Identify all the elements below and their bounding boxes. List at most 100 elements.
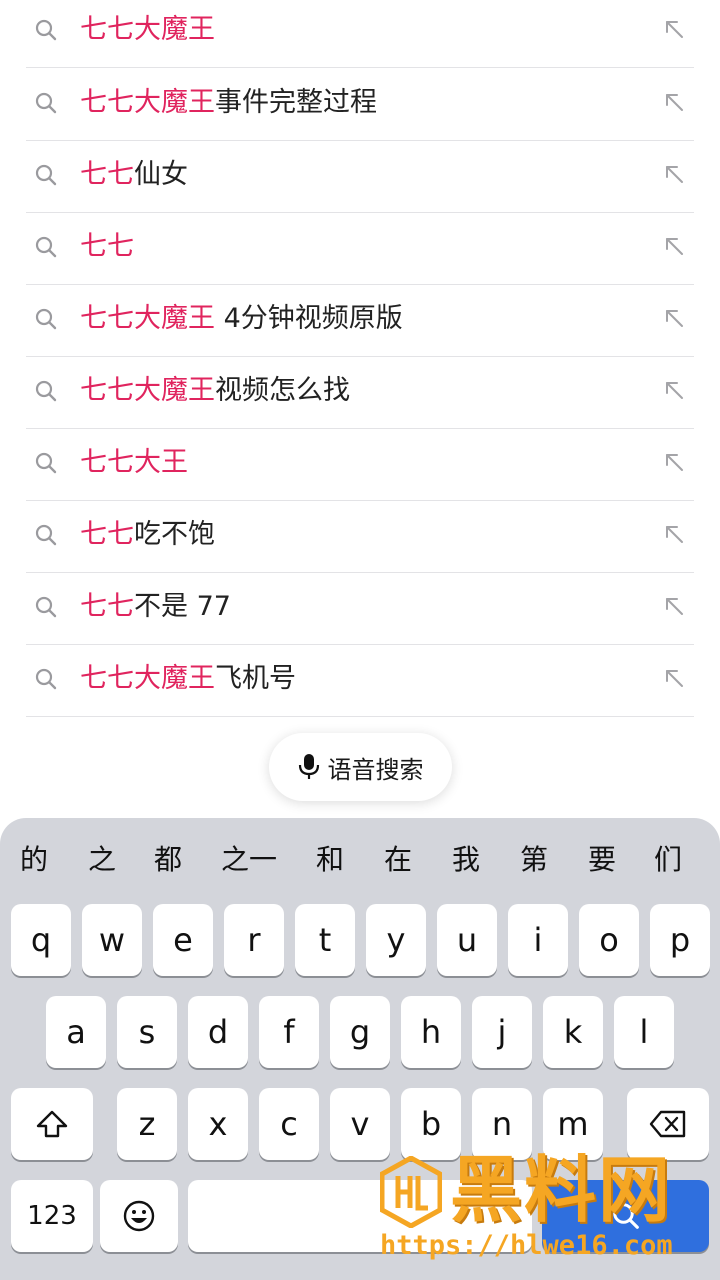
search-icon <box>35 308 57 330</box>
key-l[interactable]: l <box>614 996 674 1068</box>
key-g[interactable]: g <box>330 996 390 1068</box>
suggestion-item[interactable]: 七七大王 <box>26 429 694 501</box>
suggestion-rest: 视频怎么找 <box>215 375 350 406</box>
suggestion-highlight: 七七大魔王 <box>80 14 215 45</box>
keyboard: 的之都之一和在我第要们 q w e r t y u i o p a s d f g h j k l z x c v b n m 12… <box>0 818 720 1280</box>
suggestion-item[interactable]: 七七大魔王视频怎么找 <box>26 357 694 429</box>
suggestion-rest: 不是 77 <box>134 591 231 622</box>
key-r[interactable]: r <box>224 904 284 976</box>
key-j[interactable]: j <box>472 996 532 1068</box>
voice-search-button[interactable]: 语音搜索 <box>269 733 452 801</box>
suggestion-item[interactable]: 七七 <box>26 213 694 285</box>
key-n[interactable]: n <box>472 1088 532 1160</box>
suggestion-highlight: 七七大王 <box>80 447 188 478</box>
key-t[interactable]: t <box>295 904 355 976</box>
candidate-word[interactable]: 的 <box>16 838 52 882</box>
search-icon <box>35 19 57 41</box>
key-q[interactable]: q <box>11 904 71 976</box>
space-key[interactable] <box>188 1180 532 1252</box>
suggestion-highlight: 七七 <box>80 159 134 190</box>
suggestion-text: 七七大王 <box>80 443 188 483</box>
key-i[interactable]: i <box>508 904 568 976</box>
key-p[interactable]: p <box>650 904 710 976</box>
candidate-bar: 的之都之一和在我第要们 <box>0 818 720 902</box>
fill-arrow-icon[interactable] <box>662 234 686 258</box>
search-icon <box>35 164 57 186</box>
search-icon <box>35 524 57 546</box>
fill-arrow-icon[interactable] <box>662 594 686 618</box>
numbers-key[interactable]: 123 <box>11 1180 93 1252</box>
suggestion-highlight: 七七 <box>80 591 134 622</box>
suggestion-text: 七七吃不饱 <box>80 515 215 555</box>
key-o[interactable]: o <box>579 904 639 976</box>
suggestion-item[interactable]: 七七大魔王飞机号 <box>26 645 694 717</box>
suggestion-text: 七七仙女 <box>80 155 188 195</box>
key-y[interactable]: y <box>366 904 426 976</box>
suggestion-item[interactable]: 七七吃不饱 <box>26 501 694 573</box>
fill-arrow-icon[interactable] <box>662 522 686 546</box>
suggestion-text: 七七大魔王飞机号 <box>80 659 296 699</box>
suggestion-item[interactable]: 七七仙女 <box>26 141 694 213</box>
suggestion-highlight: 七七大魔王 <box>80 87 215 118</box>
search-icon <box>35 668 57 690</box>
suggestion-text: 七七大魔王事件完整过程 <box>80 83 377 123</box>
suggestion-rest: 飞机号 <box>215 663 296 694</box>
search-key[interactable] <box>542 1180 709 1252</box>
candidate-word[interactable]: 和 <box>312 838 348 882</box>
shift-icon <box>36 1110 68 1138</box>
suggestion-item[interactable]: 七七大魔王 <box>26 0 694 68</box>
key-u[interactable]: u <box>437 904 497 976</box>
candidate-word[interactable]: 在 <box>380 838 416 882</box>
key-d[interactable]: d <box>188 996 248 1068</box>
suggestion-rest: 仙女 <box>134 159 188 190</box>
suggestion-text: 七七 <box>80 227 134 267</box>
suggestion-rest: 事件完整过程 <box>215 87 377 118</box>
key-s[interactable]: s <box>117 996 177 1068</box>
key-v[interactable]: v <box>330 1088 390 1160</box>
delete-key[interactable] <box>627 1088 709 1160</box>
candidate-word[interactable]: 要 <box>584 838 620 882</box>
emoji-key[interactable] <box>100 1180 178 1252</box>
key-x[interactable]: x <box>188 1088 248 1160</box>
key-z[interactable]: z <box>117 1088 177 1160</box>
fill-arrow-icon[interactable] <box>662 90 686 114</box>
candidate-word[interactable]: 我 <box>448 838 484 882</box>
key-m[interactable]: m <box>543 1088 603 1160</box>
fill-arrow-icon[interactable] <box>662 17 686 41</box>
key-b[interactable]: b <box>401 1088 461 1160</box>
candidate-word[interactable]: 们 <box>650 838 686 882</box>
fill-arrow-icon[interactable] <box>662 378 686 402</box>
candidate-word[interactable]: 第 <box>516 838 552 882</box>
key-f[interactable]: f <box>259 996 319 1068</box>
suggestion-highlight: 七七大魔王 <box>80 303 215 334</box>
suggestion-highlight: 七七 <box>80 231 134 262</box>
key-w[interactable]: w <box>82 904 142 976</box>
key-a[interactable]: a <box>46 996 106 1068</box>
key-h[interactable]: h <box>401 996 461 1068</box>
search-icon <box>35 92 57 114</box>
suggestion-item[interactable]: 七七不是 77 <box>26 573 694 645</box>
candidate-word[interactable]: 之一 <box>214 838 284 882</box>
suggestion-text: 七七大魔王视频怎么找 <box>80 371 350 411</box>
suggestion-highlight: 七七大魔王 <box>80 375 215 406</box>
suggestion-text: 七七大魔王 <box>80 10 215 50</box>
candidate-word[interactable]: 都 <box>150 838 186 882</box>
fill-arrow-icon[interactable] <box>662 450 686 474</box>
search-key-icon <box>612 1203 639 1229</box>
shift-key[interactable] <box>11 1088 93 1160</box>
key-e[interactable]: e <box>153 904 213 976</box>
voice-search-label: 语音搜索 <box>327 755 424 784</box>
key-k[interactable]: k <box>543 996 603 1068</box>
suggestion-item[interactable]: 七七大魔王事件完整过程 <box>26 69 694 141</box>
fill-arrow-icon[interactable] <box>662 162 686 186</box>
search-icon <box>35 236 57 258</box>
suggestion-item[interactable]: 七七大魔王 4分钟视频原版 <box>26 285 694 357</box>
microphone-icon <box>298 754 319 779</box>
emoji-icon <box>123 1200 155 1232</box>
suggestion-rest: 4分钟视频原版 <box>215 303 403 334</box>
key-c[interactable]: c <box>259 1088 319 1160</box>
fill-arrow-icon[interactable] <box>662 306 686 330</box>
search-icon <box>35 596 57 618</box>
candidate-word[interactable]: 之 <box>84 838 120 882</box>
fill-arrow-icon[interactable] <box>662 666 686 690</box>
